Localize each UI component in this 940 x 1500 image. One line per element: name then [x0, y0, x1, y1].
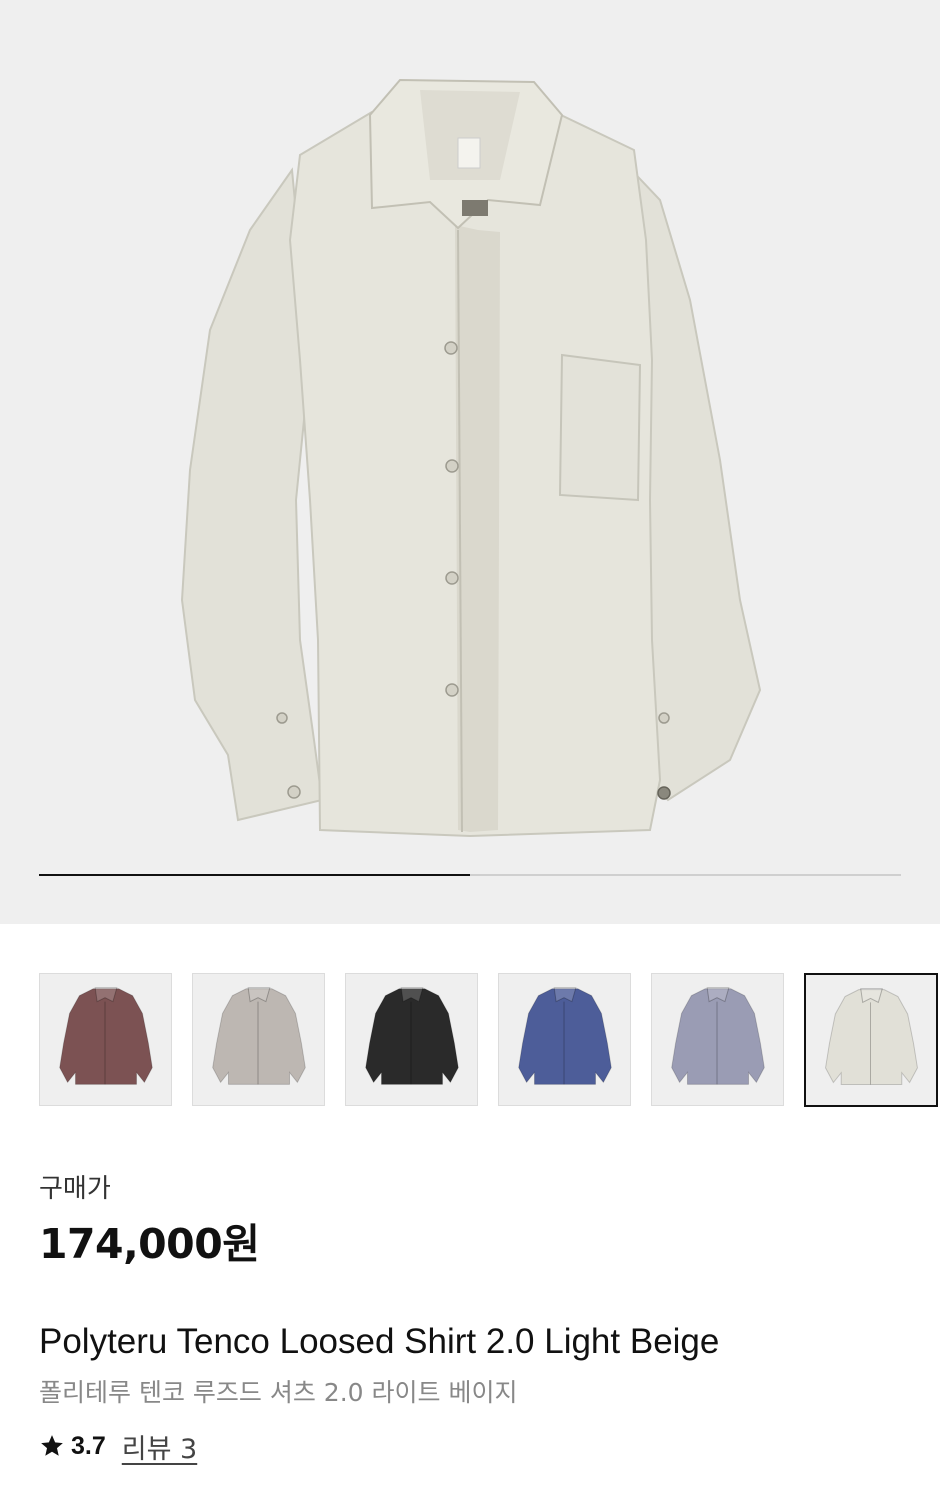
rating-value: 3.7 — [71, 1431, 106, 1460]
rating-row: 3.7 리뷰 3 — [39, 1427, 197, 1466]
main-product-image — [180, 78, 762, 838]
variant-thumbnail-black-shirt[interactable] — [345, 973, 478, 1106]
price-label: 구매가 — [39, 1174, 111, 1204]
gallery-progress-track — [39, 874, 901, 876]
blue-shirt-image — [518, 987, 612, 1085]
color-variant-thumbnails — [39, 973, 938, 1107]
black-shirt-image — [365, 987, 459, 1085]
review-link[interactable]: 리뷰 3 — [122, 1427, 197, 1466]
variant-thumbnail-light-beige-shirt[interactable] — [804, 973, 938, 1107]
lavender-gray-shirt-image — [671, 987, 765, 1085]
product-name-korean: 폴리테루 텐코 루즈드 셔츠 2.0 라이트 베이지 — [39, 1378, 518, 1407]
gallery-progress-fill — [39, 874, 470, 876]
light-beige-shirt-image — [825, 988, 918, 1085]
price: 174,000원 — [39, 1220, 260, 1268]
variant-thumbnail-blue-shirt[interactable] — [498, 973, 631, 1106]
product-name-english: Polyteru Tenco Loosed Shirt 2.0 Light Be… — [39, 1322, 720, 1361]
variant-thumbnail-burgundy-shirt[interactable] — [39, 973, 172, 1106]
gray-beige-shirt-image — [212, 987, 306, 1085]
star-icon — [41, 1435, 63, 1456]
product-image-gallery[interactable] — [0, 0, 940, 924]
burgundy-shirt-image — [59, 987, 153, 1085]
variant-thumbnail-gray-beige-shirt[interactable] — [192, 973, 325, 1106]
variant-thumbnail-lavender-gray-shirt[interactable] — [651, 973, 784, 1106]
